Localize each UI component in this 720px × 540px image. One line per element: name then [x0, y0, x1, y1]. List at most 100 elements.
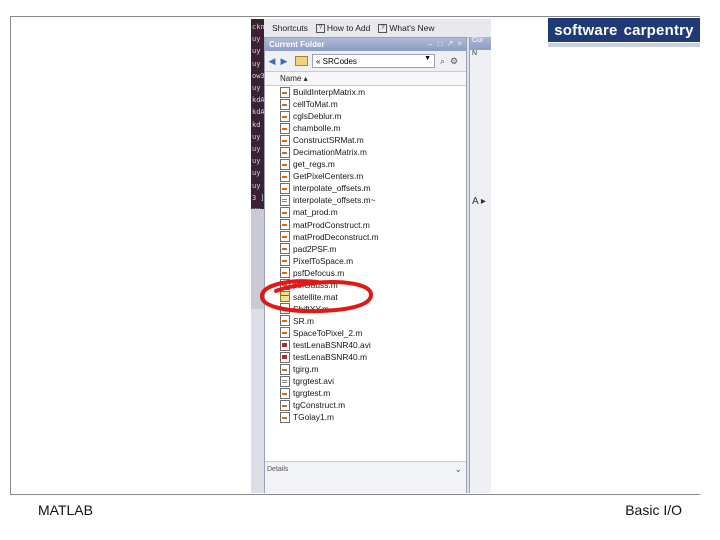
file-row[interactable]: GetPixelCenters.m	[265, 170, 466, 182]
how-to-add-label: How to Add	[326, 23, 371, 33]
file-row[interactable]: mat_prod.m	[265, 206, 466, 218]
text-file-icon	[280, 194, 290, 206]
maximize-icon[interactable]: □	[438, 39, 443, 48]
m-file-icon	[280, 279, 290, 291]
side-marker: A ▸	[472, 196, 486, 207]
file-name: tgrgtest.m	[293, 388, 331, 399]
popout-icon[interactable]: ↗	[447, 39, 454, 48]
file-row[interactable]: cglsDeblur.m	[265, 110, 466, 122]
file-name: tgirg.m	[293, 364, 319, 375]
file-row[interactable]: ConstructSRMat.m	[265, 134, 466, 146]
file-row[interactable]: matProdDeconstruct.m	[265, 231, 466, 243]
slide-top-rule	[10, 16, 700, 17]
file-name: testLenaBSNR40.avi	[293, 340, 371, 350]
m-file-icon	[280, 122, 290, 134]
right-panel-nav[interactable]: N	[470, 50, 491, 62]
file-row[interactable]: SR.m	[265, 315, 466, 327]
m-file-icon	[280, 158, 290, 170]
file-row[interactable]: TGolay1.m	[265, 411, 466, 423]
file-row[interactable]: satellite.mat	[265, 291, 466, 303]
slide-left-rule	[10, 16, 11, 494]
folder-path-field[interactable]: « SRCodes ▼	[312, 54, 435, 68]
footer-left: MATLAB	[38, 502, 93, 518]
file-row[interactable]: psfDefocus.m	[265, 267, 466, 279]
shortcuts-toolbar: Shortcuts ? How to Add ? What's New	[264, 19, 491, 38]
file-name: SR.m	[293, 315, 314, 326]
terminal-text: ckn uy r uy r uy r ow3 uy r kdA kdA kd ]…	[252, 23, 269, 214]
file-row[interactable]: BuildInterpMatrix.m	[265, 86, 466, 98]
m-file-icon	[280, 219, 290, 231]
file-row[interactable]: get_regs.m	[265, 158, 466, 170]
file-row[interactable]: interpolate_offsets.m	[265, 182, 466, 194]
file-row[interactable]: DecimationMatrix.m	[265, 146, 466, 158]
m-file-icon	[280, 98, 290, 110]
file-row[interactable]: matProdConstruct.m	[265, 219, 466, 231]
file-row[interactable]: cellToMat.m	[265, 98, 466, 110]
search-icon[interactable]: ⌕	[440, 56, 445, 67]
close-icon[interactable]: ×	[457, 39, 462, 48]
file-name: mat_prod.m	[293, 207, 338, 218]
back-arrow-icon[interactable]: ◀	[267, 56, 277, 67]
forward-arrow-icon[interactable]: ▶	[279, 56, 289, 67]
right-panel: Cur N	[469, 37, 491, 493]
file-row[interactable]: psfGauss.m	[265, 279, 466, 291]
m-file-icon	[280, 387, 290, 399]
m-file-icon	[280, 146, 290, 158]
file-name: ConstructSRMat.m	[293, 135, 364, 146]
mat-file-icon	[280, 291, 290, 303]
whats-new-label: What's New	[389, 23, 435, 33]
m-file-icon	[280, 327, 290, 339]
gear-icon[interactable]: ⚙	[450, 56, 458, 67]
file-name: matProdConstruct.m	[293, 219, 370, 230]
m-file-icon	[280, 363, 290, 375]
chevron-down-icon[interactable]: ⌄	[454, 464, 462, 475]
m-file-icon	[280, 86, 290, 98]
slide-bottom-rule	[10, 494, 700, 495]
file-name: BuildInterpMatrix.m	[293, 87, 366, 98]
terminal-lower	[251, 209, 264, 309]
file-name: ShiftXY.m	[293, 303, 330, 314]
m-file-icon	[280, 303, 290, 315]
m-file-icon	[280, 170, 290, 182]
details-bar[interactable]: Details ⌄	[265, 461, 466, 493]
file-row[interactable]: tgrgtest.avi	[265, 375, 466, 387]
file-row[interactable]: SpaceToPixel_2.m	[265, 327, 466, 339]
file-row[interactable]: pad2PSF.m	[265, 243, 466, 255]
file-name: DecimationMatrix.m	[293, 147, 367, 158]
folder-icon[interactable]	[295, 56, 308, 66]
logo-word-carpentry: carpentry	[623, 21, 694, 39]
software-carpentry-logo: software carpentry	[548, 18, 700, 42]
file-row[interactable]: testLenaBSNR40.m	[265, 351, 466, 363]
panel-title: Current Folder	[269, 40, 325, 49]
shortcuts-button[interactable]: Shortcuts	[272, 23, 308, 33]
m-file-icon	[280, 243, 290, 255]
undock-icon[interactable]: →	[426, 39, 434, 48]
file-name: get_regs.m	[293, 159, 335, 170]
file-name: satellite.mat	[293, 291, 338, 302]
file-row[interactable]: ShiftXY.m	[265, 303, 466, 315]
current-folder-panel: Current Folder → □ ↗ × ◀ ▶ « SRCodes ▼ ⌕…	[264, 37, 467, 493]
file-name: TGolay1.m	[293, 412, 334, 423]
video-file-icon	[280, 339, 290, 351]
file-row[interactable]: testLenaBSNR40.avi	[265, 339, 466, 351]
footer-right: Basic I/O	[625, 502, 682, 518]
m-file-icon	[280, 399, 290, 411]
file-row[interactable]: tgirg.m	[265, 363, 466, 375]
file-name: psfDefocus.m	[293, 267, 345, 278]
file-name: GetPixelCenters.m	[293, 171, 364, 182]
file-name: testLenaBSNR40.m	[293, 352, 368, 363]
how-to-add-button[interactable]: ? How to Add	[315, 23, 371, 33]
file-row[interactable]: tgrgtest.m	[265, 387, 466, 399]
video-file-icon	[280, 351, 290, 363]
file-name: PixelToSpace.m	[293, 255, 354, 266]
file-row[interactable]: PixelToSpace.m	[265, 255, 466, 267]
file-row[interactable]: tgConstruct.m	[265, 399, 466, 411]
file-row[interactable]: interpolate_offsets.m~	[265, 194, 466, 206]
file-row[interactable]: chambolle.m	[265, 122, 466, 134]
whats-new-button[interactable]: ? What's New	[378, 23, 434, 33]
folder-nav-bar: ◀ ▶ « SRCodes ▼ ⌕ ⚙	[265, 51, 466, 72]
right-panel-title: Cur	[470, 37, 491, 50]
chevron-down-icon[interactable]: ▼	[424, 55, 431, 62]
matlab-screenshot: ckn uy r uy r uy r ow3 uy r kdA kdA kd ]…	[251, 19, 491, 493]
name-column-header[interactable]: Name ▴	[265, 72, 466, 86]
